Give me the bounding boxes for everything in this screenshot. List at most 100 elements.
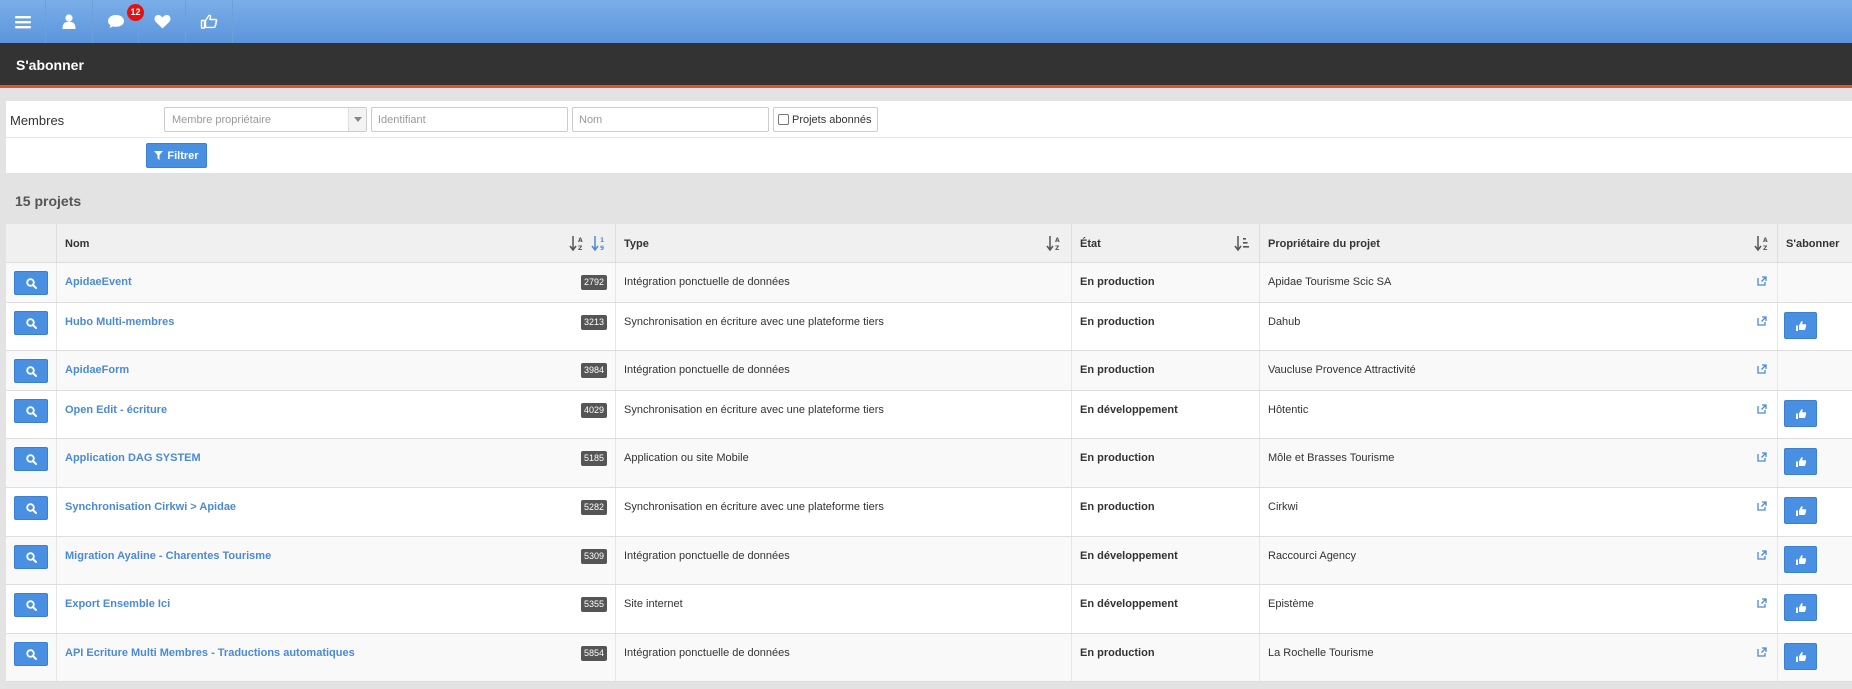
subscribe-button[interactable] <box>1784 400 1817 427</box>
cell-etat: En production <box>1072 439 1260 487</box>
favorites-button[interactable] <box>139 0 186 43</box>
external-link-icon[interactable] <box>1757 550 1767 560</box>
subscribe-button[interactable] <box>1784 594 1817 621</box>
cell-type: Intégration ponctuelle de données <box>616 537 1072 584</box>
owner-link[interactable] <box>1757 404 1767 417</box>
subscribe-button[interactable] <box>1784 312 1817 339</box>
project-name-link[interactable]: API Ecriture Multi Membres - Traductions… <box>65 647 355 659</box>
subscribe-button[interactable] <box>1784 497 1817 524</box>
subscribe-nav-button[interactable] <box>186 0 233 43</box>
external-link-icon[interactable] <box>1757 452 1767 462</box>
cell-proprietaire: Dahub <box>1260 303 1778 350</box>
project-id-badge: 3213 <box>580 315 607 330</box>
project-type: Synchronisation en écriture avec une pla… <box>624 501 884 513</box>
owner-select[interactable]: Membre propriétaire <box>164 107 367 132</box>
header-nom: Nom AZ 19 <box>57 224 616 263</box>
project-type: Site internet <box>624 598 683 610</box>
view-project-button[interactable] <box>14 642 48 666</box>
table-row: Application DAG SYSTEM 5185 Application ou… <box>6 439 1852 488</box>
external-link-icon[interactable] <box>1757 598 1767 608</box>
cell-nom: ApidaeEvent 2792 <box>57 263 616 302</box>
cell-actions <box>6 585 57 633</box>
external-link-icon[interactable] <box>1757 276 1767 286</box>
project-owner: Cirkwi <box>1268 501 1298 513</box>
search-icon <box>25 551 37 563</box>
subscribe-button[interactable] <box>1784 546 1817 573</box>
owner-link[interactable] <box>1757 276 1767 289</box>
cell-nom: Synchronisation Cirkwi > Apidae 5282 <box>57 488 616 536</box>
project-type: Synchronisation en écriture avec une pla… <box>624 316 884 328</box>
subscribed-projects-toggle[interactable]: Projets abonnés <box>773 107 878 132</box>
external-link-icon[interactable] <box>1757 404 1767 414</box>
view-project-button[interactable] <box>14 496 48 520</box>
nom-input[interactable] <box>572 107 769 132</box>
view-project-button[interactable] <box>14 447 48 471</box>
subscribed-label: Projets abonnés <box>792 113 872 126</box>
owner-link[interactable] <box>1757 598 1767 611</box>
menu-button[interactable] <box>0 0 46 43</box>
owner-link[interactable] <box>1757 647 1767 660</box>
svg-text:A: A <box>578 237 583 244</box>
user-button[interactable] <box>46 0 93 43</box>
project-name-link[interactable]: Migration Ayaline - Charentes Tourisme <box>65 550 271 562</box>
project-name-link[interactable]: Synchronisation Cirkwi > Apidae <box>65 501 236 513</box>
owner-link[interactable] <box>1757 550 1767 563</box>
search-icon <box>25 277 37 289</box>
cell-type: Intégration ponctuelle de données <box>616 634 1072 681</box>
project-name-link[interactable]: Export Ensemble Ici <box>65 598 170 610</box>
project-type: Intégration ponctuelle de données <box>624 364 790 376</box>
subscribe-button[interactable] <box>1784 643 1817 670</box>
thumbs-up-icon <box>1795 320 1806 331</box>
cell-type: Intégration ponctuelle de données <box>616 263 1072 302</box>
chevron-down-icon <box>348 108 366 131</box>
owner-link[interactable] <box>1757 501 1767 514</box>
cell-proprietaire: Epistème <box>1260 585 1778 633</box>
sort-amount-icon[interactable] <box>1234 235 1250 252</box>
project-name-link[interactable]: Hubo Multi-membres <box>65 316 174 328</box>
project-name-link[interactable]: ApidaeForm <box>65 364 129 376</box>
sort-alpha-icon[interactable]: AZ <box>569 235 585 252</box>
messages-button[interactable]: 12 <box>93 0 144 43</box>
owner-link[interactable] <box>1757 364 1767 377</box>
svg-text:9: 9 <box>600 245 604 252</box>
project-name-link[interactable]: Application DAG SYSTEM <box>65 452 201 464</box>
cell-proprietaire: Cirkwi <box>1260 488 1778 536</box>
identifiant-input[interactable] <box>371 107 568 132</box>
external-link-icon[interactable] <box>1757 364 1767 374</box>
project-owner: Môle et Brasses Tourisme <box>1268 452 1395 464</box>
sort-alpha-icon[interactable]: AZ <box>1046 235 1062 252</box>
cell-proprietaire: La Rochelle Tourisme <box>1260 634 1778 681</box>
view-project-button[interactable] <box>14 399 48 423</box>
view-project-button[interactable] <box>14 311 48 335</box>
cell-type: Intégration ponctuelle de données <box>616 351 1072 390</box>
cell-nom: Migration Ayaline - Charentes Tourisme 53… <box>57 537 616 584</box>
cell-sabonner <box>1778 439 1852 487</box>
project-name-link[interactable]: ApidaeEvent <box>65 276 132 288</box>
header-sabonner-label: S'abonner <box>1786 238 1840 250</box>
project-id-badge: 5282 <box>580 500 607 515</box>
view-project-button[interactable] <box>14 271 48 295</box>
external-link-icon[interactable] <box>1757 647 1767 657</box>
thumbs-up-icon <box>1795 554 1806 565</box>
page-title: S'abonner <box>16 57 84 73</box>
project-name-link[interactable]: Open Edit - écriture <box>65 404 167 416</box>
filter-button[interactable]: Filtrer <box>146 143 207 168</box>
sort-numeric-icon[interactable]: 19 <box>591 235 607 252</box>
external-link-icon[interactable] <box>1757 501 1767 511</box>
owner-link[interactable] <box>1757 452 1767 465</box>
project-status: En développement <box>1080 404 1178 416</box>
subscribed-checkbox[interactable] <box>778 114 789 125</box>
project-id-badge: 5355 <box>580 597 607 612</box>
view-project-button[interactable] <box>14 545 48 569</box>
sort-alpha-icon[interactable]: AZ <box>1754 235 1770 252</box>
table-row: Hubo Multi-membres 3213 Synchronisation en… <box>6 303 1852 351</box>
subscribe-button[interactable] <box>1784 448 1817 475</box>
owner-link[interactable] <box>1757 316 1767 329</box>
view-project-button[interactable] <box>14 593 48 617</box>
view-project-button[interactable] <box>14 359 48 383</box>
cell-sabonner <box>1778 585 1852 633</box>
table-row: Migration Ayaline - Charentes Tourisme 53… <box>6 537 1852 585</box>
filter-icon <box>154 151 164 160</box>
cell-type: Application ou site Mobile <box>616 439 1072 487</box>
external-link-icon[interactable] <box>1757 316 1767 326</box>
